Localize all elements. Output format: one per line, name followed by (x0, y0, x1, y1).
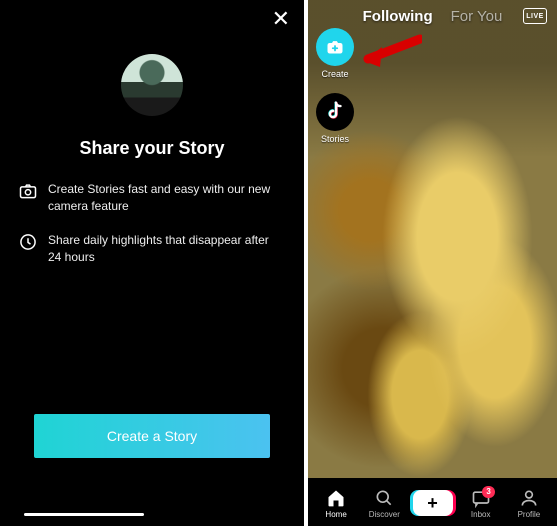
live-button[interactable]: LIVE (523, 8, 547, 24)
clock-icon (18, 232, 38, 252)
feed-tabs: Following For You (308, 8, 557, 25)
nav-label: Home (325, 510, 346, 519)
create-label: Create (321, 69, 348, 79)
story-onboarding-screen: ✕ Share your Story Create Stories fast a… (0, 0, 304, 526)
camera-icon (18, 181, 38, 201)
home-indicator (24, 513, 144, 516)
stories-label: Stories (321, 134, 349, 144)
feed-screen: Following For You LIVE Create (308, 0, 557, 526)
post-button: + (413, 490, 453, 516)
profile-icon (519, 488, 539, 508)
feature-item: Share daily highlights that disappear af… (48, 232, 284, 267)
nav-discover[interactable]: Discover (360, 488, 408, 519)
nav-label: Profile (518, 510, 541, 519)
story-content: Share your Story Create Stories fast and… (0, 0, 304, 267)
home-icon (326, 488, 346, 508)
nav-post[interactable]: + (408, 490, 456, 516)
avatar (121, 54, 183, 116)
page-title: Share your Story (0, 138, 304, 159)
live-label: LIVE (526, 13, 544, 20)
create-circle (316, 28, 354, 66)
feature-list: Create Stories fast and easy with our ne… (0, 181, 304, 267)
plus-icon: + (427, 494, 438, 512)
tiktok-icon (325, 101, 345, 123)
nav-inbox[interactable]: 3 Inbox (457, 488, 505, 519)
nav-home[interactable]: Home (312, 488, 360, 519)
feature-text: Share daily highlights that disappear af… (48, 233, 269, 264)
create-action[interactable]: Create (316, 28, 354, 79)
feature-text: Create Stories fast and easy with our ne… (48, 182, 270, 213)
inbox-badge: 3 (482, 486, 494, 498)
bottom-nav: Home Discover + 3 Inbox Profile (308, 478, 557, 526)
tab-foryou[interactable]: For You (451, 8, 503, 25)
search-icon (374, 488, 394, 508)
feature-item: Create Stories fast and easy with our ne… (48, 181, 284, 216)
stories-action[interactable]: Stories (316, 93, 354, 144)
stories-circle (316, 93, 354, 131)
camera-plus-icon (326, 40, 344, 55)
create-story-button[interactable]: Create a Story (34, 414, 270, 458)
side-actions: Create Stories (316, 28, 354, 158)
nav-label: Inbox (471, 510, 491, 519)
nav-label: Discover (369, 510, 400, 519)
tab-following[interactable]: Following (363, 8, 433, 25)
close-icon[interactable]: ✕ (272, 8, 290, 30)
cta-label: Create a Story (107, 428, 197, 444)
nav-profile[interactable]: Profile (505, 488, 553, 519)
